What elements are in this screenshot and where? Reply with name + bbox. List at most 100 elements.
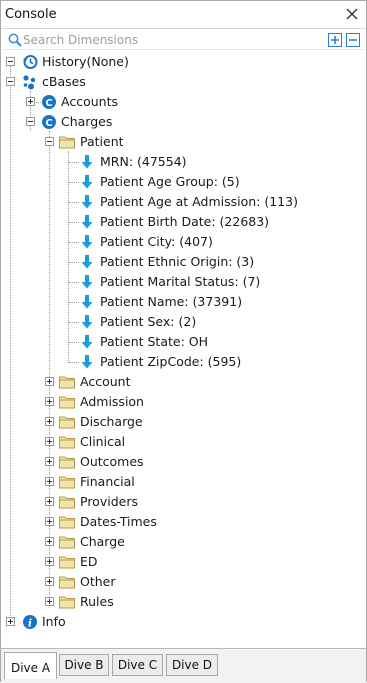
tree-item-label: Discharge <box>80 414 143 429</box>
tree-item-label: Patient Birth Date: (22683) <box>100 214 270 229</box>
folder-icon <box>59 576 75 589</box>
tree-item-field[interactable]: Patient City: (407) <box>1 232 321 252</box>
down-arrow-icon <box>81 255 93 269</box>
search-icon <box>8 33 22 47</box>
tree-item-folder[interactable]: Outcomes <box>1 452 201 472</box>
expand-toggle[interactable] <box>45 377 54 386</box>
tree-item-label: Patient City: (407) <box>100 234 213 249</box>
dimension-tree: History(None) cBases C Accounts C Charge… <box>1 51 366 648</box>
tree-item-label: Patient Age at Admission: (113) <box>100 194 298 209</box>
expand-toggle[interactable] <box>45 577 54 586</box>
tree-item-field[interactable]: Patient Name: (37391) <box>1 292 321 312</box>
tree-item-field[interactable]: MRN: (47554) <box>1 152 321 172</box>
down-arrow-icon <box>81 195 93 209</box>
tree-item-field[interactable]: Patient State: OH <box>1 332 321 352</box>
tab-dive-a[interactable]: Dive A <box>4 652 57 679</box>
tree-item-label: Patient Marital Status: (7) <box>100 274 261 289</box>
tree-item-folder[interactable]: Charge <box>1 532 201 552</box>
close-icon[interactable] <box>344 6 360 22</box>
cube-icon: C <box>42 115 56 129</box>
folder-icon <box>59 496 75 509</box>
tree-item-folder[interactable]: Admission <box>1 392 201 412</box>
tree-item-info[interactable]: i Info <box>1 612 201 632</box>
tree-item-label: Patient ZipCode: (595) <box>100 354 242 369</box>
tree-item-field[interactable]: Patient Age at Admission: (113) <box>1 192 321 212</box>
expand-toggle[interactable] <box>45 397 54 406</box>
info-icon: i <box>23 615 37 629</box>
folder-icon <box>59 516 75 529</box>
collapse-toggle[interactable] <box>6 57 15 66</box>
tree-item-label: Admission <box>80 394 144 409</box>
tree-item-label: Patient Ethnic Origin: (3) <box>100 254 255 269</box>
expand-toggle[interactable] <box>45 457 54 466</box>
tree-item-patient[interactable]: Patient <box>1 132 201 152</box>
tree-item-field[interactable]: Patient Sex: (2) <box>1 312 321 332</box>
tree-item-folder[interactable]: ED <box>1 552 201 572</box>
tree-item-folder[interactable]: Discharge <box>1 412 201 432</box>
tree-item-label: Clinical <box>80 434 126 449</box>
tree-item-accounts[interactable]: C Accounts <box>1 92 201 112</box>
down-arrow-icon <box>81 295 93 309</box>
tree-item-label: cBases <box>42 74 86 89</box>
folder-icon <box>59 376 75 389</box>
tree-item-label: Charge <box>80 534 125 549</box>
tree-item-label: Dates-Times <box>80 514 157 529</box>
collapse-toggle[interactable] <box>6 77 15 86</box>
expand-toggle[interactable] <box>45 477 54 486</box>
window-title: Console <box>5 7 57 22</box>
tree-item-cbases[interactable]: cBases <box>1 72 201 92</box>
tree-item-field[interactable]: Patient Marital Status: (7) <box>1 272 321 292</box>
tree-item-label: Outcomes <box>80 454 144 469</box>
tree-item-label: MRN: (47554) <box>100 154 187 169</box>
tree-item-label: Info <box>42 614 66 629</box>
tree-item-history[interactable]: History(None) <box>1 52 201 72</box>
collapse-toggle[interactable] <box>45 137 54 146</box>
expand-toggle[interactable] <box>45 517 54 526</box>
collapse-all-icon[interactable] <box>346 33 360 47</box>
tree-item-folder[interactable]: Providers <box>1 492 201 512</box>
expand-toggle[interactable] <box>6 617 15 626</box>
tree-item-folder[interactable]: Financial <box>1 472 201 492</box>
tab-dive-d[interactable]: Dive D <box>166 654 218 676</box>
down-arrow-icon <box>81 355 93 369</box>
tree-item-label: Patient Age Group: (5) <box>100 174 240 189</box>
console-panel: Console Search Dimensions History(None) … <box>0 0 367 683</box>
collapse-toggle[interactable] <box>26 117 35 126</box>
history-icon <box>23 55 38 69</box>
cube-icon: C <box>42 95 56 109</box>
search-input[interactable] <box>23 31 323 49</box>
tree-item-charges[interactable]: C Charges <box>1 112 201 132</box>
tree-item-field[interactable]: Patient Ethnic Origin: (3) <box>1 252 321 272</box>
expand-toggle[interactable] <box>45 557 54 566</box>
folder-icon <box>59 536 75 549</box>
tree-item-folder[interactable]: Other <box>1 572 201 592</box>
down-arrow-icon <box>81 215 93 229</box>
tree-item-label: ED <box>80 554 98 569</box>
expand-toggle[interactable] <box>45 537 54 546</box>
tree-item-folder[interactable]: Account <box>1 372 201 392</box>
tree-item-field[interactable]: Patient ZipCode: (595) <box>1 352 321 372</box>
expand-toggle[interactable] <box>45 417 54 426</box>
tree-item-folder[interactable]: Dates-Times <box>1 512 201 532</box>
tree-item-label: Providers <box>80 494 138 509</box>
expand-all-icon[interactable] <box>328 33 342 47</box>
tree-item-folder[interactable]: Rules <box>1 592 201 612</box>
down-arrow-icon <box>81 235 93 249</box>
tree-item-label: Patient Name: (37391) <box>100 294 243 309</box>
cbases-icon <box>23 75 36 90</box>
expand-toggle[interactable] <box>45 497 54 506</box>
tree-item-field[interactable]: Patient Age Group: (5) <box>1 172 321 192</box>
down-arrow-icon <box>81 175 93 189</box>
tree-item-label: Rules <box>80 594 114 609</box>
folder-icon <box>59 136 75 149</box>
down-arrow-icon <box>81 275 93 289</box>
expand-toggle[interactable] <box>26 97 35 106</box>
down-arrow-icon <box>81 315 93 329</box>
tab-dive-b[interactable]: Dive B <box>59 654 109 676</box>
dive-tabs: Dive A Dive B Dive C Dive D <box>1 648 366 683</box>
expand-toggle[interactable] <box>45 597 54 606</box>
tab-dive-c[interactable]: Dive C <box>112 654 163 676</box>
expand-toggle[interactable] <box>45 437 54 446</box>
tree-item-folder[interactable]: Clinical <box>1 432 201 452</box>
tree-item-field[interactable]: Patient Birth Date: (22683) <box>1 212 321 232</box>
